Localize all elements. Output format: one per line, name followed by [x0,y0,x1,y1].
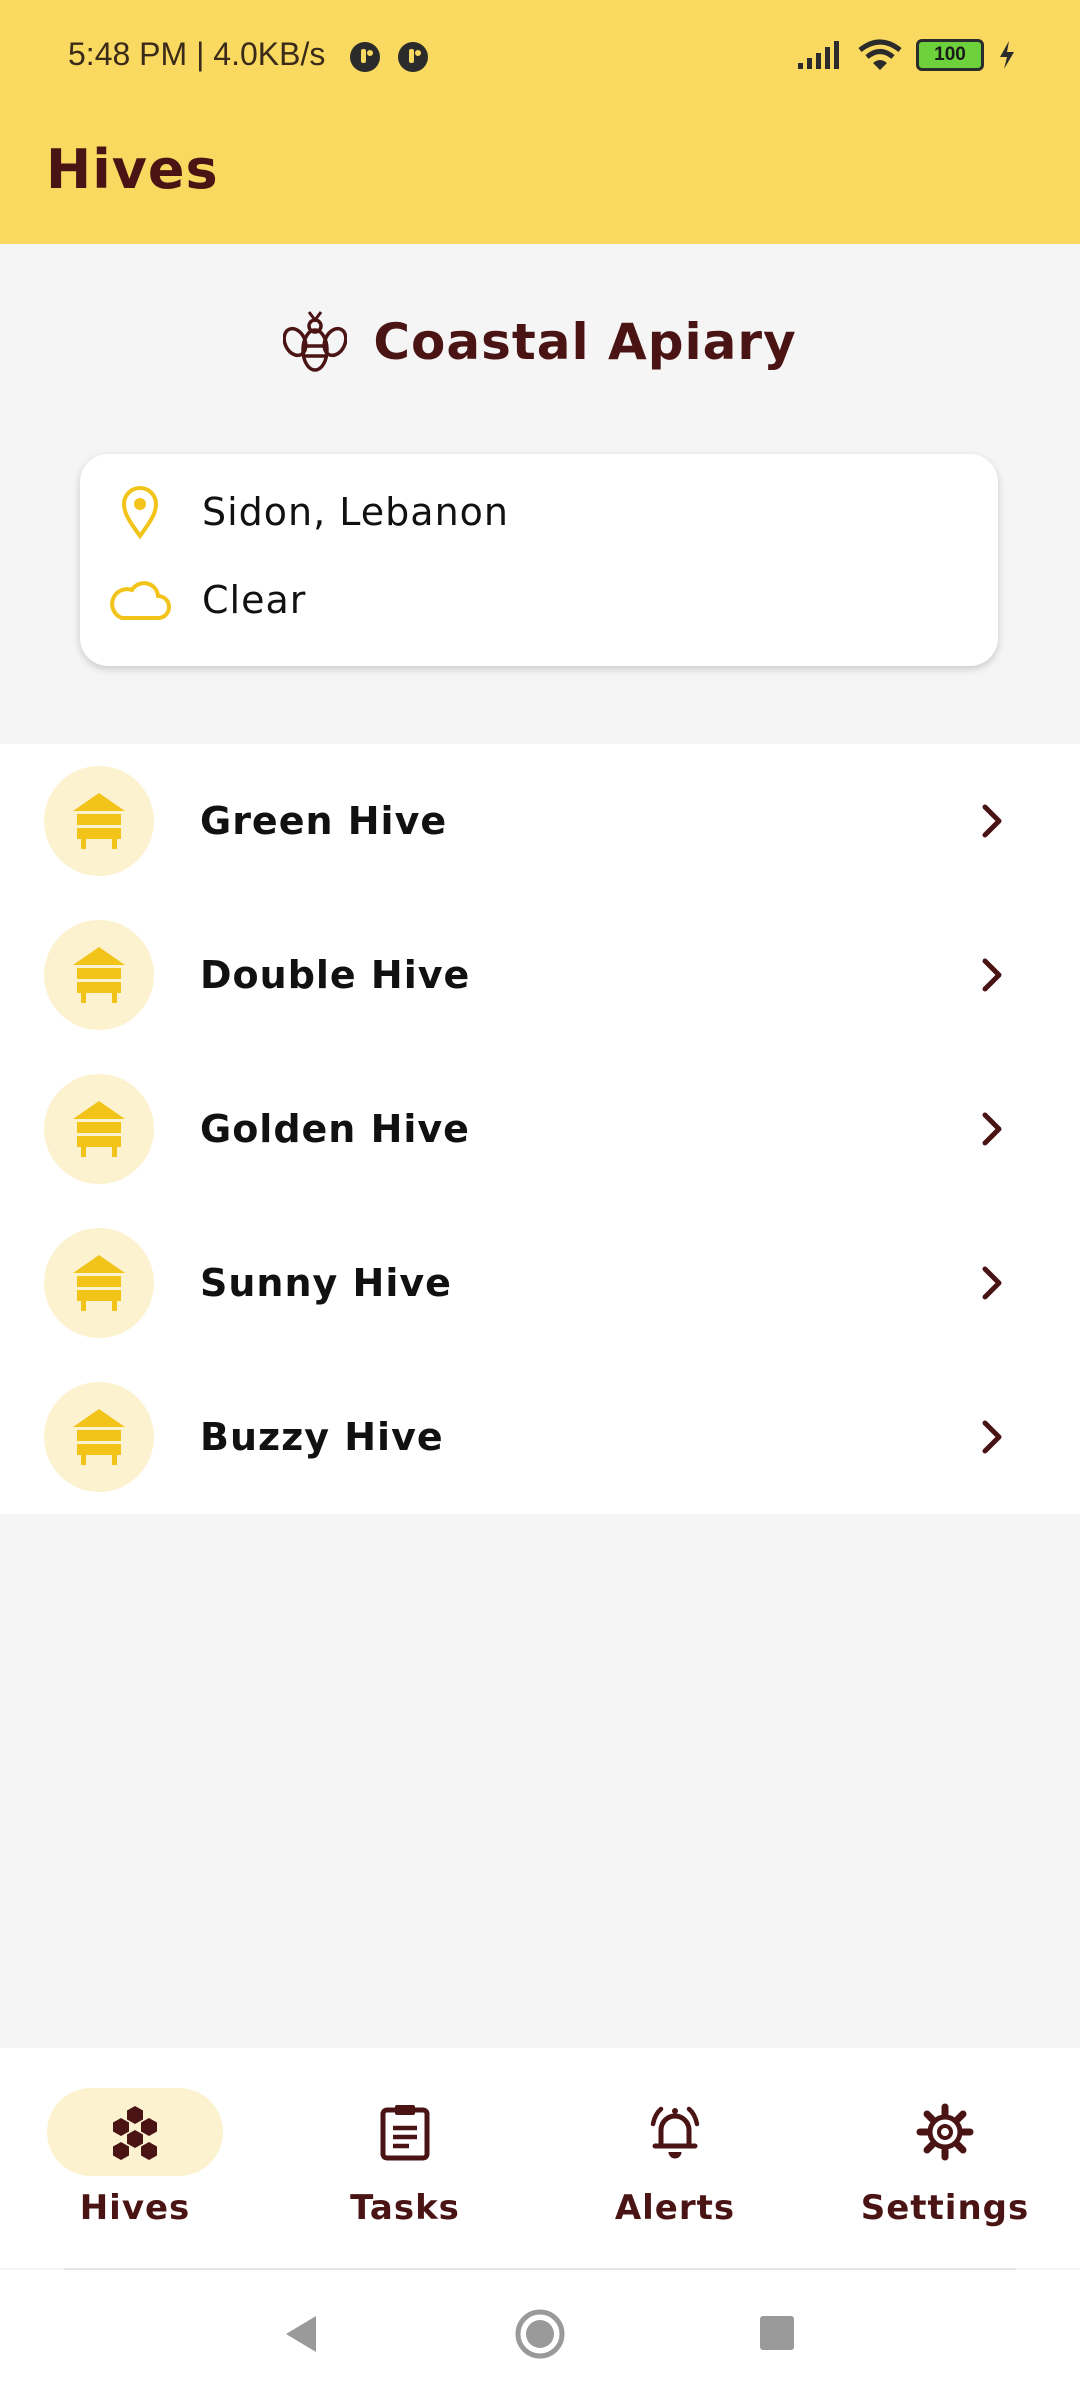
hive-icon [44,1382,154,1492]
battery-indicator: 100 [916,39,984,71]
hive-icon [44,766,154,876]
nav-active-indicator [47,2088,223,2176]
list-item[interactable]: Green Hive [0,744,1080,898]
list-item[interactable]: Sunny Hive [0,1206,1080,1360]
nav-item-hives[interactable]: Hives [25,2088,245,2228]
nav-item-settings[interactable]: Settings [835,2088,1055,2228]
notification-app-icon [350,42,380,72]
notification-app-icon [398,42,428,72]
system-navigation-bar [0,2270,1080,2400]
hive-name: Buzzy Hive [200,1415,444,1459]
cloud-icon [110,581,171,620]
charging-icon [1000,41,1014,69]
chevron-right-icon [972,1417,1012,1457]
gear-icon [916,2103,974,2161]
location-text: Sidon, Lebanon [202,490,509,534]
signal-icon [798,41,839,69]
home-icon[interactable] [514,2308,566,2360]
apiary-info-card: Sidon, Lebanon Clear [80,454,998,666]
apiary-header: Coastal Apiary [0,306,1080,378]
honeycomb-icon [113,2106,157,2160]
hive-icon [44,1074,154,1184]
page-title: Hives [46,138,219,201]
wifi-icon [858,39,902,70]
recents-icon[interactable] [758,2314,796,2352]
hive-name: Double Hive [200,953,471,997]
list-item[interactable]: Double Hive [0,898,1080,1052]
nav-item-tasks[interactable]: Tasks [295,2088,515,2228]
location-row: Sidon, Lebanon [108,484,509,540]
chevron-right-icon [972,1263,1012,1303]
hive-name: Golden Hive [200,1107,470,1151]
hive-list: Green Hive Double Hive Golden Hive Sunny… [0,744,1080,1514]
bottom-navigation: Hives Tasks Alerts Settings [0,2048,1080,2268]
weather-row: Clear [108,576,306,624]
hive-name: Sunny Hive [200,1261,452,1305]
chevron-right-icon [972,1109,1012,1149]
nav-item-alerts[interactable]: Alerts [565,2088,785,2228]
status-icons: 100 [796,38,1016,72]
list-item[interactable]: Golden Hive [0,1052,1080,1206]
chevron-right-icon [972,955,1012,995]
weather-text: Clear [202,578,307,622]
hive-icon [44,920,154,1030]
nav-icon-container [587,2088,763,2176]
location-pin-icon [121,486,159,540]
bee-icon [283,311,348,372]
chevron-right-icon [972,801,1012,841]
nav-icon-container [857,2088,1033,2176]
nav-label: Tasks [350,2188,460,2228]
nav-label: Settings [860,2188,1030,2228]
status-time: 5:48 PM | 4.0KB/s [68,36,326,72]
hive-name: Green Hive [200,799,448,843]
notification-icons [348,40,430,74]
nav-label: Hives [79,2188,191,2228]
nav-icon-container [317,2088,493,2176]
list-item[interactable]: Buzzy Hive [0,1360,1080,1514]
hive-icon [44,1228,154,1338]
nav-label: Alerts [614,2188,736,2228]
apiary-name: Coastal Apiary [373,313,797,371]
back-icon[interactable] [280,2312,320,2356]
clipboard-icon [380,2105,430,2161]
bell-icon [650,2106,700,2159]
